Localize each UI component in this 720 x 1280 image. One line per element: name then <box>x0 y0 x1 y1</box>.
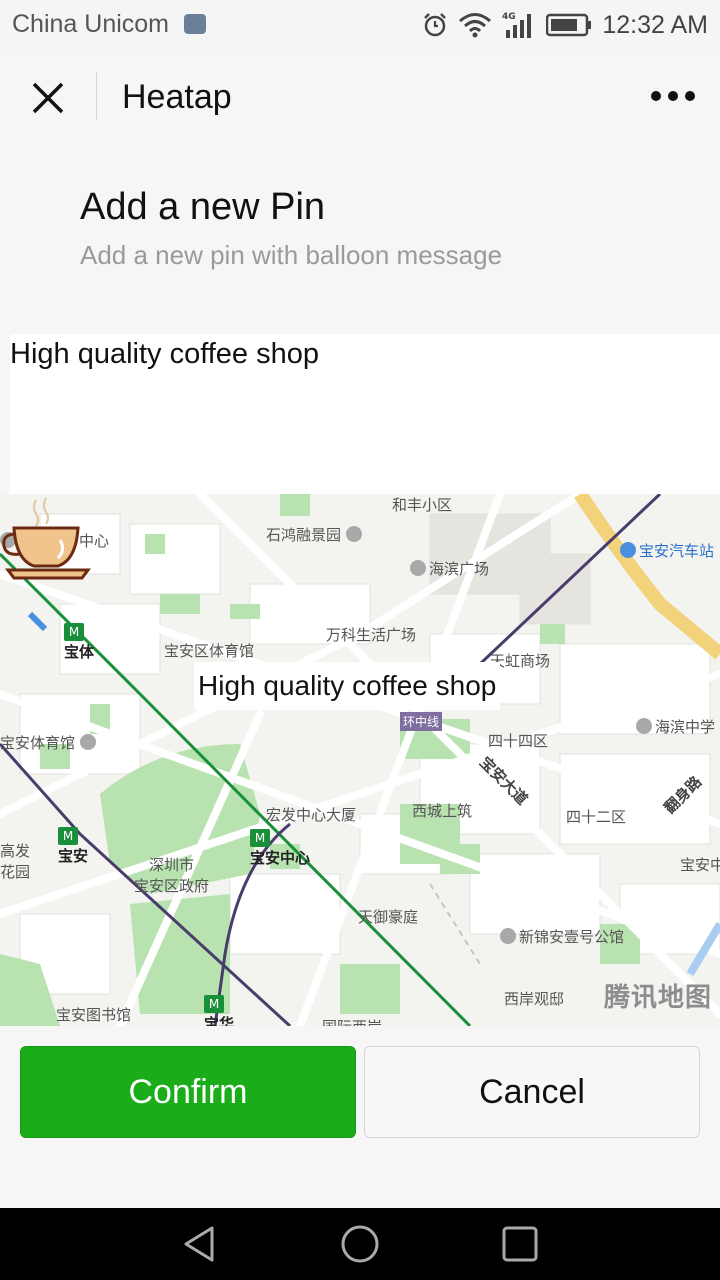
metro-station: M 宝安中心 <box>250 829 311 867</box>
poi-marker-icon <box>79 734 96 750</box>
map-poi: 深圳市 宝安区政府 <box>134 856 210 895</box>
coffee-cup-icon[interactable] <box>0 494 92 584</box>
map-poi: 宏发中心大厦 <box>266 806 357 824</box>
map-poi: 天御豪庭 <box>358 908 419 926</box>
clock: 12:32 AM <box>602 10 708 39</box>
map-poi: 国际西岸 <box>322 1016 382 1026</box>
metro-icon: M <box>64 623 84 641</box>
map-poi: 四十二区 <box>566 808 627 826</box>
page-title: Add a new Pin <box>80 186 326 228</box>
battery-icon <box>546 13 592 37</box>
metro-icon: M <box>58 827 78 845</box>
map-poi: 西城上筑 <box>412 802 473 820</box>
more-dot <box>685 91 695 101</box>
poi-marker-icon <box>636 718 652 734</box>
back-triangle-icon[interactable] <box>180 1224 220 1264</box>
status-icons: 4G 12:32 AM <box>422 8 708 42</box>
alarm-icon <box>424 13 447 37</box>
metro-station: M 宝安 <box>58 827 89 865</box>
metro-station: M 宝华 <box>204 995 235 1026</box>
map-poi: 万科生活广场 <box>326 626 417 644</box>
confirm-button[interactable]: Confirm <box>20 1046 356 1138</box>
recents-square-icon[interactable] <box>500 1224 540 1264</box>
gallery-notification-icon <box>184 14 206 34</box>
more-icon[interactable] <box>648 80 698 112</box>
pin-balloon-message: High quality coffee shop <box>194 662 501 710</box>
status-bar: China Unicom 4G 12:32 AM <box>0 0 720 50</box>
metro-line-label: 环中线 <box>400 712 443 731</box>
more-dot <box>668 91 678 101</box>
map-poi: 宝安区体育馆 <box>164 642 255 660</box>
map-poi: 宝安图书馆 <box>56 1006 132 1024</box>
balloon-message-input[interactable]: High quality coffee shop <box>10 334 720 494</box>
map-watermark-logo: 腾讯地图 <box>603 983 712 1013</box>
app-header: Heatap <box>0 50 720 146</box>
page-subtitle: Add a new pin with balloon message <box>80 240 503 270</box>
map-label: 和丰小区 <box>392 496 453 514</box>
metro-icon: M <box>204 995 224 1013</box>
map-poi: 宝安中 <box>680 856 720 874</box>
poi-marker-icon <box>500 928 516 944</box>
map-poi: 海滨广场 <box>410 558 489 579</box>
poi-marker-icon <box>345 526 362 542</box>
poi-marker-icon <box>410 560 426 576</box>
map-poi: 海滨中学 <box>636 716 715 737</box>
metro-icon: M <box>250 829 270 847</box>
system-nav-bar <box>0 1208 720 1280</box>
cellular-signal-icon: 4G <box>502 12 532 38</box>
map-view[interactable]: 和丰小区 石鸿融景园 美居商务中心 海滨广场 宝安汽车站 万科生活广场 天虹商场… <box>0 494 720 1026</box>
wifi-icon <box>459 13 492 38</box>
map-poi: 高发 花园 <box>0 842 31 881</box>
map-poi: 西岸观邸 <box>504 990 565 1008</box>
map-poi: 石鸿融景园 <box>266 524 365 545</box>
app-title: Heatap <box>122 78 232 116</box>
header-divider <box>96 72 97 120</box>
carrier-name: China Unicom <box>12 10 170 38</box>
map-poi: 新锦安壹号公馆 <box>500 926 624 947</box>
network-type: 4G <box>502 12 516 22</box>
map-poi: 四十四区 <box>488 732 549 750</box>
cancel-button[interactable]: Cancel <box>364 1046 700 1138</box>
map-poi: 宝安汽车站 <box>620 540 714 561</box>
more-dot <box>651 91 661 101</box>
map-poi: 宝安体育馆 <box>0 732 99 753</box>
metro-station: M 宝体 <box>64 623 95 661</box>
close-icon[interactable] <box>28 78 68 118</box>
home-circle-icon[interactable] <box>340 1224 380 1264</box>
bus-station-icon <box>620 542 636 558</box>
